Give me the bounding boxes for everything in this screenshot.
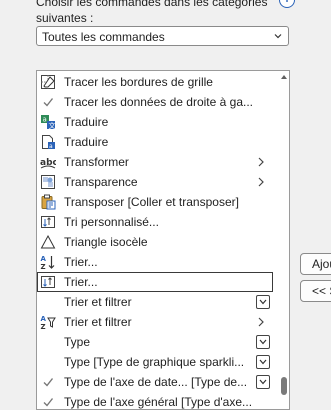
scroll-up-arrow-icon[interactable] xyxy=(280,73,288,81)
command-item-label: Type de l'axe général [Type d'axe... xyxy=(64,395,253,409)
checkmark-icon xyxy=(40,394,56,409)
command-item[interactable]: Type xyxy=(37,332,273,352)
command-item[interactable]: Trier... xyxy=(37,272,273,292)
command-item[interactable]: Type de l'axe général [Type d'axe... xyxy=(37,392,273,409)
command-item-label: Transparence xyxy=(64,175,138,189)
chevron-right-icon xyxy=(257,176,265,188)
command-item[interactable]: Triangle isocèle xyxy=(37,232,273,252)
command-item-label: Trier et filtrer xyxy=(64,315,132,329)
command-item[interactable]: Transparence xyxy=(37,172,273,192)
list-scrollbar[interactable] xyxy=(278,71,289,409)
grid-borders-icon xyxy=(40,74,56,90)
custom-sort-icon xyxy=(40,214,56,230)
checkmark-icon xyxy=(40,94,56,110)
command-item-label: Trier... xyxy=(64,255,98,269)
svg-text:a: a xyxy=(49,143,53,150)
category-dropdown-value: Toutes les commandes xyxy=(42,30,165,44)
paste-transpose-icon xyxy=(40,194,56,210)
category-label-line1: Choisir les commandes dans les catégorie… xyxy=(36,0,268,9)
triangle-icon xyxy=(40,234,56,250)
command-item-label: Traduire xyxy=(64,115,109,129)
command-item-label: Tracer les données de droite à ga... xyxy=(64,95,253,109)
commands-list[interactable]: Tracer les bordures de grille Tracer les … xyxy=(36,70,290,410)
add-button[interactable]: Ajouter >> xyxy=(300,253,331,275)
dropdown-indicator-icon xyxy=(256,335,270,349)
svg-text:A: A xyxy=(41,255,47,263)
category-label: Choisir les commandes dans les catégorie… xyxy=(36,0,286,26)
command-item-label: Type xyxy=(64,335,91,349)
sort-filter-icon: AZ xyxy=(40,314,56,331)
svg-text:Z: Z xyxy=(41,263,46,270)
command-item-label: Transformer xyxy=(64,155,129,169)
dropdown-indicator-icon xyxy=(256,295,270,309)
chevron-right-icon xyxy=(257,156,265,168)
chevron-right-icon xyxy=(257,316,265,328)
command-item[interactable]: Type de l'axe de date... [Type de... xyxy=(37,372,273,392)
svg-text:文: 文 xyxy=(49,121,56,130)
command-item-label: Tracer les bordures de grille xyxy=(64,75,213,89)
command-item-label: Tri personnalisé... xyxy=(64,215,159,229)
scrollbar-thumb[interactable] xyxy=(281,377,287,395)
add-button-label: Ajouter >> xyxy=(312,257,331,271)
sort-az-icon: AZ xyxy=(40,254,56,271)
checkmark-icon xyxy=(40,374,56,390)
command-item-label: Trier et filtrer xyxy=(64,295,132,309)
command-item[interactable]: Tri personnalisé... xyxy=(37,212,273,232)
command-item[interactable]: Trier et filtrer xyxy=(37,292,273,312)
command-item[interactable]: Type [Type de graphique sparkli... xyxy=(37,352,273,372)
command-item-label: Trier... xyxy=(64,275,98,289)
category-dropdown[interactable]: Toutes les commandes xyxy=(36,26,289,46)
dropdown-indicator-icon xyxy=(256,375,270,389)
transform-text-icon: abc xyxy=(40,154,58,170)
svg-text:a: a xyxy=(43,116,47,124)
command-item[interactable]: Tracer les bordures de grille xyxy=(37,72,273,92)
svg-text:A: A xyxy=(41,315,47,323)
command-item[interactable]: a 文 Traduire xyxy=(37,112,273,132)
svg-text:Z: Z xyxy=(41,323,46,330)
sort-dialog-icon xyxy=(40,274,56,290)
command-item-label: Traduire xyxy=(64,135,109,149)
category-label-line2: suivantes : xyxy=(36,11,94,25)
transparency-icon xyxy=(40,174,56,190)
command-item[interactable]: A Z Trier... xyxy=(37,252,273,272)
remove-button[interactable]: << Supprimer xyxy=(300,280,331,302)
chevron-down-icon xyxy=(274,34,282,39)
remove-button-label: << Supprimer xyxy=(312,284,331,298)
translate-doc-icon: a xyxy=(40,134,56,150)
dropdown-indicator-icon xyxy=(256,355,270,369)
command-item-label: Transposer [Coller et transposer] xyxy=(64,195,239,209)
command-item[interactable]: Transposer [Coller et transposer] xyxy=(37,192,273,212)
command-item[interactable]: abc Transformer xyxy=(37,152,273,172)
command-item-label: Type de l'axe de date... [Type de... xyxy=(64,375,248,389)
command-item[interactable]: a Traduire xyxy=(37,132,273,152)
command-item[interactable]: Tracer les données de droite à ga... xyxy=(37,92,273,112)
command-item[interactable]: A Z Trier et filtrer xyxy=(37,312,273,332)
command-item-label: Triangle isocèle xyxy=(64,235,148,249)
translate-icon: a文 xyxy=(40,114,56,130)
command-item-label: Type [Type de graphique sparkli... xyxy=(64,355,245,369)
